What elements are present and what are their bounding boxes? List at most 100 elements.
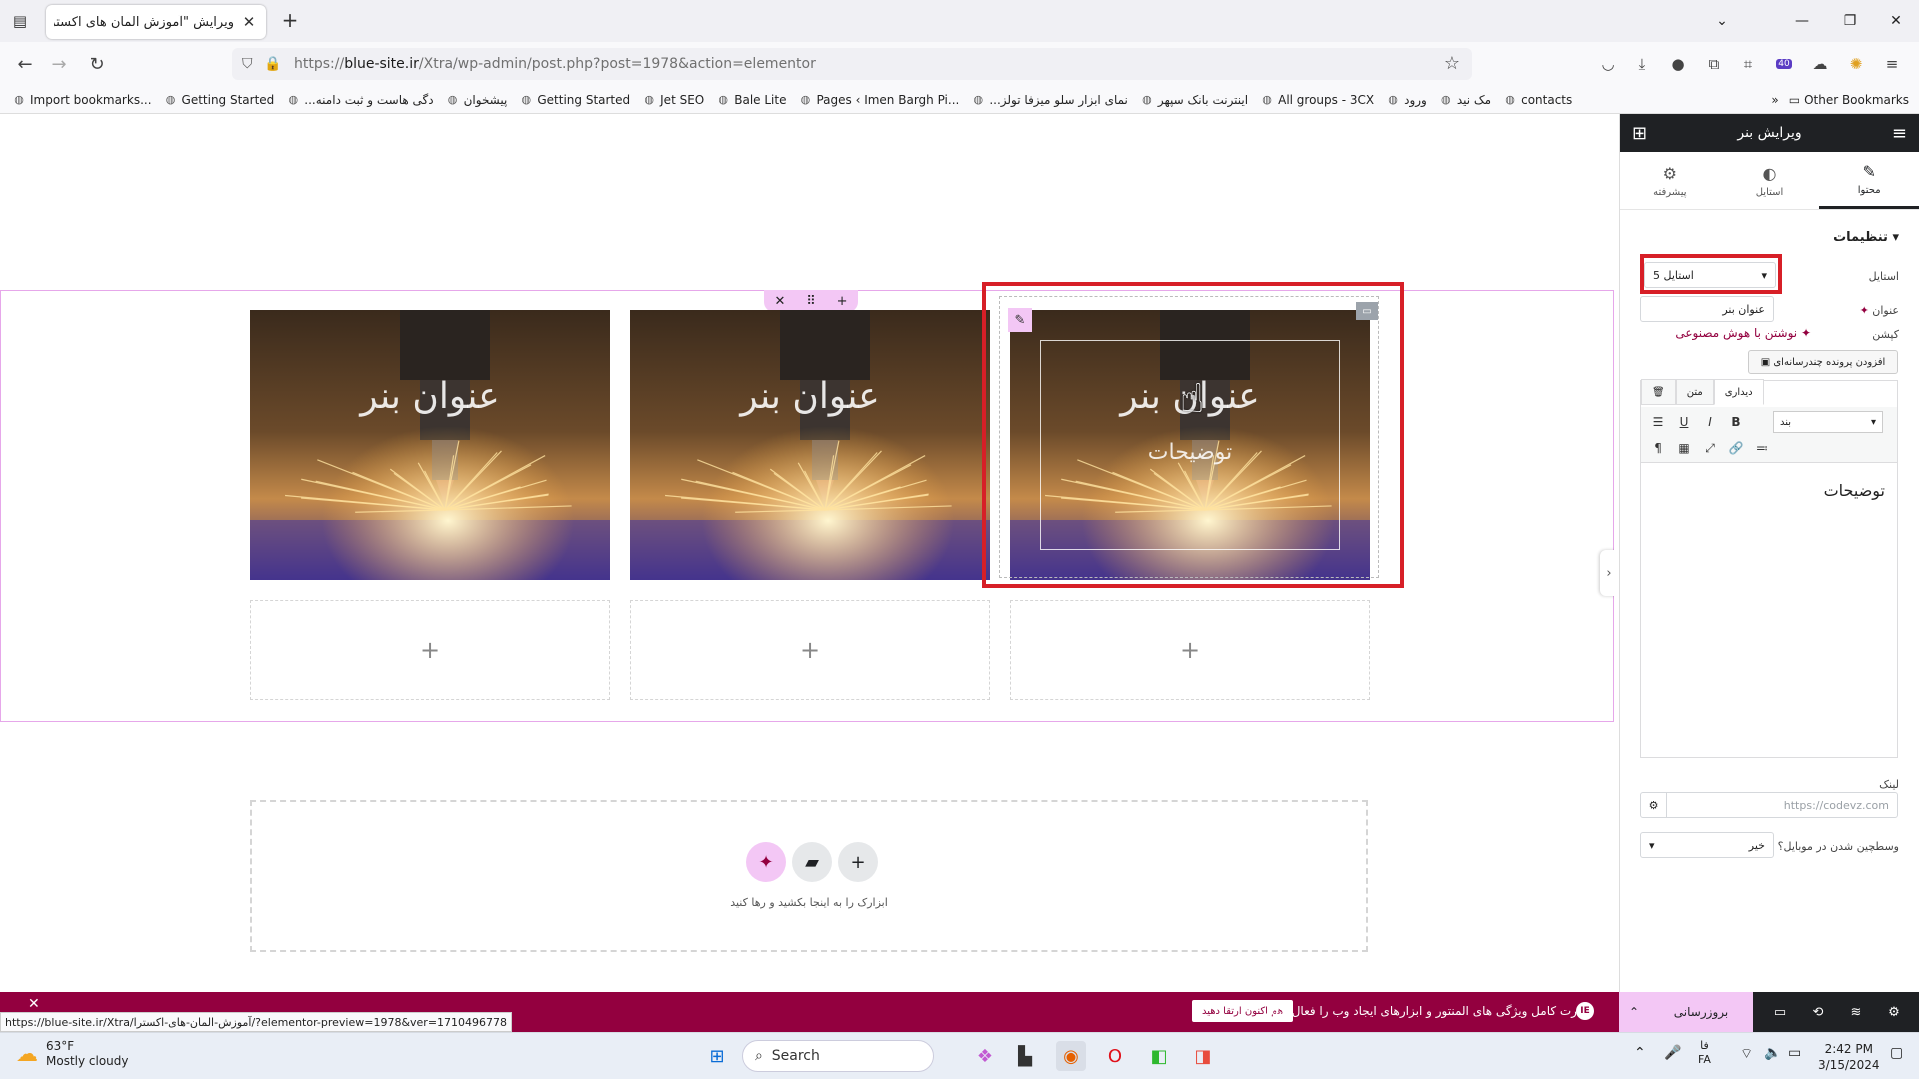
bookmark-item[interactable]: ◍ Pages ‹ Imen Bargh Pi... (798, 93, 960, 107)
paragraph-mark-icon[interactable]: ¶ (1647, 437, 1669, 459)
cloud-icon[interactable]: ☁ (1808, 52, 1832, 76)
history-icon[interactable]: ⟲ (1808, 1002, 1828, 1022)
link-options-gear-icon[interactable]: ⚙ (1641, 793, 1667, 817)
forward-button[interactable]: → (46, 52, 72, 76)
lock-icon[interactable]: 🔒 (264, 56, 286, 72)
center-mobile-select[interactable]: خیر ▾ (1640, 832, 1774, 858)
bookmark-item[interactable]: ◍ Jet SEO (642, 93, 704, 107)
template-folder-button[interactable]: ▰ (792, 842, 832, 882)
bookmark-item[interactable]: ◍ ورود (1386, 93, 1427, 107)
bookmark-item[interactable]: ◍ اینترنت بانک سپهر (1140, 93, 1248, 107)
delete-section-icon[interactable]: ✕ (774, 294, 785, 309)
minimize-button[interactable]: — (1782, 8, 1822, 34)
bookmark-star-icon[interactable]: ☆ (1444, 53, 1460, 74)
file-manager-icon[interactable]: ▙ (1010, 1041, 1040, 1071)
firefox-icon[interactable]: ◉ (1056, 1041, 1086, 1071)
tab-list-icon[interactable]: ▤ (8, 10, 32, 32)
shield-icon[interactable]: ⛉ (242, 56, 264, 72)
bookmark-item[interactable]: ◍ Bale Lite (716, 93, 786, 107)
tab-style[interactable]: ◐ استایل (1720, 152, 1820, 209)
bookmark-item[interactable]: ◍ contacts (1503, 93, 1572, 107)
chevron-up-icon[interactable]: ⌃ (1619, 992, 1649, 1032)
banner-widget-2[interactable]: عنوان بنر (630, 310, 990, 580)
bookmark-item[interactable]: ◍ Import bookmarks... (12, 93, 151, 107)
editor-body-text[interactable]: توضیحات (1824, 481, 1885, 500)
grid-menu-icon[interactable]: ⊞ (1632, 123, 1647, 144)
italic-icon[interactable]: I (1699, 411, 1721, 433)
navigator-layers-icon[interactable]: ≋ (1846, 1002, 1866, 1022)
close-window-button[interactable]: ✕ (1876, 8, 1916, 34)
add-section-button[interactable]: + (838, 842, 878, 882)
title-input[interactable]: عنوان بنر (1640, 296, 1774, 322)
bookmark-item[interactable]: ◍ مک نید (1439, 93, 1491, 107)
editor-tab-text[interactable]: متن (1675, 379, 1714, 405)
site-settings-gear-icon[interactable]: ⚙ (1884, 1002, 1904, 1022)
language-indicator[interactable]: فا FA (1698, 1039, 1711, 1067)
bookmark-item[interactable]: ◍ ...دگی هاست و ثبت دامنه (286, 93, 433, 107)
banner-widget-1[interactable]: عنوان بنر (250, 310, 610, 580)
editor-tab-visual[interactable]: دیداری (1713, 379, 1764, 405)
empty-column-add[interactable]: + (250, 600, 610, 700)
tab-advanced[interactable]: ⚙ پیشرفته (1620, 152, 1720, 209)
add-section-icon[interactable]: + (837, 294, 848, 309)
numbered-list-icon[interactable]: ≔ (1751, 437, 1773, 459)
bookmark-item[interactable]: ◍ Getting Started (519, 93, 631, 107)
text-editor[interactable]: 🗑 متن دیداری ☰ U I B ▾ بند ¶ ▦ ⤢ 🔗 ≔ توضی… (1640, 379, 1898, 758)
url-text[interactable]: https://blue-site.ir/Xtra/wp-admin/post.… (294, 56, 816, 72)
empty-column-add[interactable]: + (630, 600, 990, 700)
panel-collapse-icon[interactable]: › (1600, 550, 1614, 596)
link-icon[interactable]: 🔗 (1725, 437, 1747, 459)
browser-tab[interactable]: ویرایش "آموزش المان های اکسترا – ✕ (46, 5, 266, 39)
settings-section-toggle[interactable]: ▾ تنظیمات (1833, 230, 1899, 245)
paragraph-select[interactable]: ▾ بند (1773, 411, 1883, 433)
restore-button[interactable]: ❐ (1830, 8, 1870, 34)
ai-write-link[interactable]: ✦ نوشتن با هوش مصنوعی (1675, 326, 1811, 340)
copilot-icon[interactable]: ❖ (970, 1041, 1000, 1071)
underline-icon[interactable]: U (1673, 411, 1695, 433)
drop-zone[interactable]: ✦ ▰ + ابزارک را به اینجا بکشید و رها کنی… (250, 800, 1368, 952)
empty-column-add[interactable]: + (1010, 600, 1370, 700)
microphone-icon[interactable]: 🎤 (1664, 1045, 1681, 1061)
edit-widget-icon[interactable]: ▭ (1356, 302, 1378, 320)
camtasia-green-icon[interactable]: ◧ (1144, 1041, 1174, 1071)
add-media-button[interactable]: افزودن پرونده چندرسانه‌ای ▣ (1748, 350, 1898, 374)
profile-badge-icon[interactable]: 40 (1772, 52, 1796, 76)
taskbar-search[interactable]: ⌕ Search (742, 1040, 934, 1072)
windows-start-icon[interactable]: ⊞ (702, 1041, 732, 1071)
tray-overflow-icon[interactable]: ⌃ (1634, 1045, 1646, 1061)
ai-sparkle-button[interactable]: ✦ (746, 842, 786, 882)
promo-close-icon[interactable]: ✕ (28, 996, 40, 1012)
link-input[interactable]: ⚙ https://codevz.com (1640, 792, 1898, 818)
bookmark-item[interactable]: ◍ All groups - 3CX (1260, 93, 1374, 107)
bookmark-item[interactable]: ◍ ...نمای ابزار سلو میزفا تولز (971, 93, 1128, 107)
crop-icon[interactable]: ⌗ (1736, 52, 1760, 76)
back-button[interactable]: ← (12, 52, 38, 76)
extension-sun-icon[interactable]: ✺ (1844, 52, 1868, 76)
tab-close-icon[interactable]: ✕ (240, 13, 258, 31)
bullet-list-icon[interactable]: ☰ (1647, 411, 1669, 433)
toolbar-toggle-icon[interactable]: ▦ (1673, 437, 1695, 459)
clock[interactable]: 2:42 PM 3/15/2024 (1818, 1041, 1880, 1073)
hamburger-icon[interactable]: ≡ (1892, 123, 1907, 144)
downloads-icon[interactable]: ⤓ (1630, 52, 1654, 76)
drag-section-icon[interactable]: ⠿ (806, 294, 816, 309)
tab-overflow-icon[interactable]: ⌄ (1702, 8, 1742, 34)
opera-icon[interactable]: O (1100, 1041, 1130, 1071)
volume-icon[interactable]: 🔈 (1764, 1045, 1781, 1061)
weather-widget[interactable]: ☁ 63°F Mostly cloudy (16, 1039, 129, 1069)
other-bookmarks[interactable]: » ▭ Other Bookmarks (1771, 86, 1909, 113)
bold-icon[interactable]: B (1725, 411, 1747, 433)
bookmark-item[interactable]: ◍ Getting Started (164, 93, 275, 107)
tab-content[interactable]: ✎ محتوا (1819, 152, 1919, 209)
menu-icon[interactable]: ≡ (1880, 52, 1904, 76)
account-icon[interactable]: ● (1666, 52, 1690, 76)
wifi-icon[interactable]: ⌔ (1740, 1045, 1753, 1063)
editor-trash-icon[interactable]: 🗑 (1641, 379, 1676, 405)
bookmark-item[interactable]: ◍ پیشخوان (446, 93, 508, 107)
battery-icon[interactable]: ▭ (1788, 1045, 1801, 1061)
section-handle[interactable]: ✕ ⠿ + (764, 290, 858, 312)
responsive-icon[interactable]: ▭ (1770, 1002, 1790, 1022)
reload-button[interactable]: ↻ (84, 52, 110, 76)
camtasia-red-icon[interactable]: ◨ (1188, 1041, 1218, 1071)
extensions-icon[interactable]: ⧉ (1702, 52, 1726, 76)
